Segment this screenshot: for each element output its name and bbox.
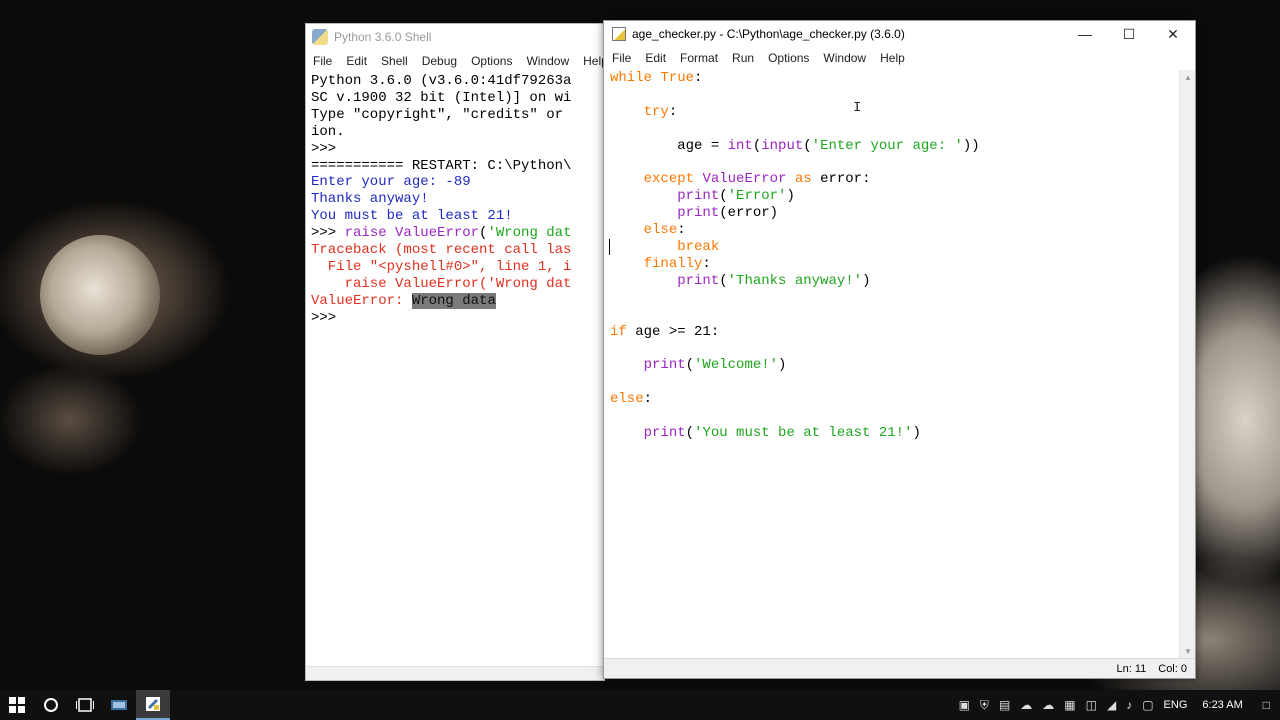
shell-horizontal-scrollbar[interactable] [306,666,604,680]
background-wheel-image [40,235,160,355]
console-stdout-line: Enter your age: -89 [311,174,471,191]
console-prompt: >>> [311,140,345,157]
minimize-icon[interactable]: — [1063,21,1107,47]
tray-volume-icon[interactable]: ♪ [1121,698,1137,712]
console-prompt: >>> [311,309,345,326]
shell-menu-options[interactable]: Options [464,54,519,68]
code-line: print('You must be at least 21!') [643,425,921,442]
editor-titlebar[interactable]: age_checker.py - C:\Python\age_checker.p… [604,21,1195,47]
editor-statusbar: Ln: 11 Col: 0 [604,658,1195,678]
windows-start-icon[interactable] [0,690,34,720]
console-line: Type "copyright", "credits" or [311,106,572,123]
code-line: print('Error') [677,188,795,205]
tray-cloud-icon[interactable]: ☁ [1015,698,1037,712]
maximize-icon[interactable]: ☐ [1107,21,1151,47]
code-line: try: [643,103,678,120]
scroll-down-icon[interactable]: ▼ [1180,644,1195,658]
close-icon[interactable]: ✕ [1151,21,1195,47]
python-shell-window[interactable]: Python 3.6.0 Shell File Edit Shell Debug… [305,23,605,681]
console-restart-line: =========== RESTART: C:\Python\ [311,157,572,174]
shell-menu-file[interactable]: File [306,54,339,68]
code-line: print(error) [677,205,779,222]
system-tray: ▣ ⛨ ▤ ☁ ☁ ▦ ◫ ◢ ♪ ▢ ENG 6:23 AM □ [954,690,1280,720]
tray-clock[interactable]: 6:23 AM [1192,699,1252,711]
code-line: print('Thanks anyway!') [677,272,871,289]
shell-console[interactable]: Python 3.6.0 (v3.6.0:41df79263a SC v.1900… [306,73,604,666]
console-line: SC v.1900 32 bit (Intel)] on wi [311,89,572,106]
code-editor[interactable]: while True: try: age = int(input('Enter … [604,70,1179,658]
tray-app-icon[interactable]: ▣ [954,698,975,712]
editor-menu-window[interactable]: Window [816,51,873,65]
code-line: except ValueError as error: [643,171,871,188]
console-line: ion. [311,123,345,140]
console-stdout-line: You must be at least 21! [311,208,513,225]
shell-menu-window[interactable]: Window [519,54,576,68]
text-caret [609,239,610,255]
editor-menu-help[interactable]: Help [873,51,912,65]
ibeam-cursor-icon: I [853,100,862,116]
console-error-line: ValueError: Wrong data [311,292,496,309]
code-line: if age >= 21: [610,323,720,340]
code-line: finally: [643,255,711,272]
tray-shield-icon[interactable]: ⛨ [975,698,994,713]
python-file-icon [612,27,626,41]
code-line: break [677,239,720,256]
editor-menubar: File Edit Format Run Options Window Help [604,47,1195,69]
code-line: else: [643,222,686,239]
console-line: Python 3.6.0 (v3.6.0:41df79263a [311,73,572,89]
shell-title: Python 3.6.0 Shell [334,30,432,44]
shell-menu-edit[interactable]: Edit [339,54,374,68]
tray-notification-icon[interactable]: ▢ [1137,698,1158,712]
code-line: else: [610,391,653,408]
console-traceback-line: raise ValueError('Wrong dat [311,275,572,292]
action-center-icon[interactable]: □ [1253,698,1280,712]
shell-menu-debug[interactable]: Debug [415,54,464,68]
editor-menu-file[interactable]: File [605,51,638,65]
shell-menu-shell[interactable]: Shell [374,54,415,68]
cortana-search-icon[interactable] [34,690,68,720]
editor-menu-format[interactable]: Format [673,51,725,65]
task-view-icon[interactable] [68,690,102,720]
code-line: age = int(input('Enter your age: ')) [610,137,980,154]
taskbar: ▣ ⛨ ▤ ☁ ☁ ▦ ◫ ◢ ♪ ▢ ENG 6:23 AM □ [0,690,1280,720]
editor-window[interactable]: age_checker.py - C:\Python\age_checker.p… [603,20,1196,679]
console-traceback-line: Traceback (most recent call las [311,242,572,259]
taskbar-python-idle-icon[interactable] [136,690,170,720]
editor-menu-options[interactable]: Options [761,51,816,65]
tray-network-icon[interactable]: ▤ [994,698,1015,712]
editor-vertical-scrollbar[interactable]: ▲ ▼ [1179,70,1195,658]
taskbar-app-icon[interactable] [102,690,136,720]
code-line: while True: [610,70,703,86]
shell-titlebar[interactable]: Python 3.6.0 Shell [306,24,604,50]
status-column: Col: 0 [1158,662,1187,675]
tray-wifi-icon[interactable]: ◢ [1102,698,1121,712]
shell-menu-help[interactable]: Help [576,54,604,68]
python-logo-icon [312,29,328,45]
console-input-line: >>> raise ValueError('Wrong dat [311,225,572,242]
console-traceback-line: File "<pyshell#0>", line 1, i [311,258,572,275]
tray-security-icon[interactable]: ▦ [1059,698,1080,712]
code-line: print('Welcome!') [643,357,787,374]
shell-menubar: File Edit Shell Debug Options Window Hel… [306,50,604,72]
tray-onedrive-icon[interactable]: ☁ [1037,698,1059,712]
scroll-up-icon[interactable]: ▲ [1180,70,1195,84]
window-controls: — ☐ ✕ [1063,21,1195,47]
editor-menu-edit[interactable]: Edit [638,51,673,65]
editor-menu-run[interactable]: Run [725,51,761,65]
editor-title: age_checker.py - C:\Python\age_checker.p… [632,27,905,41]
status-line: Ln: 11 [1116,662,1147,675]
tray-language[interactable]: ENG [1159,699,1193,711]
console-stdout-line: Thanks anyway! [311,191,429,208]
tray-battery-icon[interactable]: ◫ [1081,698,1102,712]
